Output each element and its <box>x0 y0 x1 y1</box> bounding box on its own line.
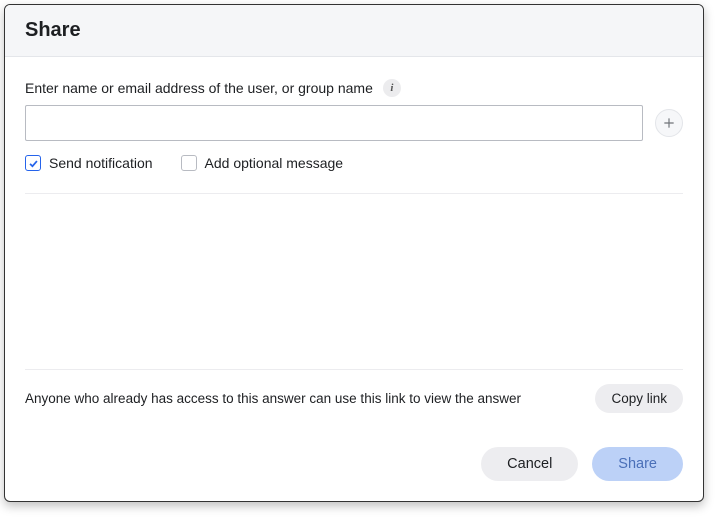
send-notification-label: Send notification <box>49 155 153 171</box>
copy-link-button[interactable]: Copy link <box>595 384 683 413</box>
recipient-input[interactable] <box>25 105 643 141</box>
dialog-header: Share <box>5 5 703 57</box>
cancel-button[interactable]: Cancel <box>481 447 578 481</box>
check-icon <box>28 158 39 169</box>
options-row: Send notification Add optional message <box>25 155 683 171</box>
shared-users-area <box>25 194 683 369</box>
add-recipient-button[interactable] <box>655 109 683 137</box>
share-link-text: Anyone who already has access to this an… <box>25 391 581 406</box>
send-notification-option[interactable]: Send notification <box>25 155 153 171</box>
send-notification-checkbox[interactable] <box>25 155 41 171</box>
info-icon[interactable]: i <box>383 79 401 97</box>
add-message-option[interactable]: Add optional message <box>181 155 344 171</box>
add-message-checkbox[interactable] <box>181 155 197 171</box>
input-label-row: Enter name or email address of the user,… <box>25 79 683 97</box>
add-message-label: Add optional message <box>205 155 344 171</box>
dialog-title: Share <box>25 19 683 42</box>
input-row <box>25 105 683 141</box>
share-link-row: Anyone who already has access to this an… <box>25 369 683 431</box>
dialog-footer: Cancel Share <box>5 431 703 501</box>
share-dialog: Share Enter name or email address of the… <box>4 4 704 502</box>
plus-icon <box>662 116 676 130</box>
share-button[interactable]: Share <box>592 447 683 481</box>
dialog-body: Enter name or email address of the user,… <box>5 57 703 431</box>
recipient-input-label: Enter name or email address of the user,… <box>25 80 373 96</box>
